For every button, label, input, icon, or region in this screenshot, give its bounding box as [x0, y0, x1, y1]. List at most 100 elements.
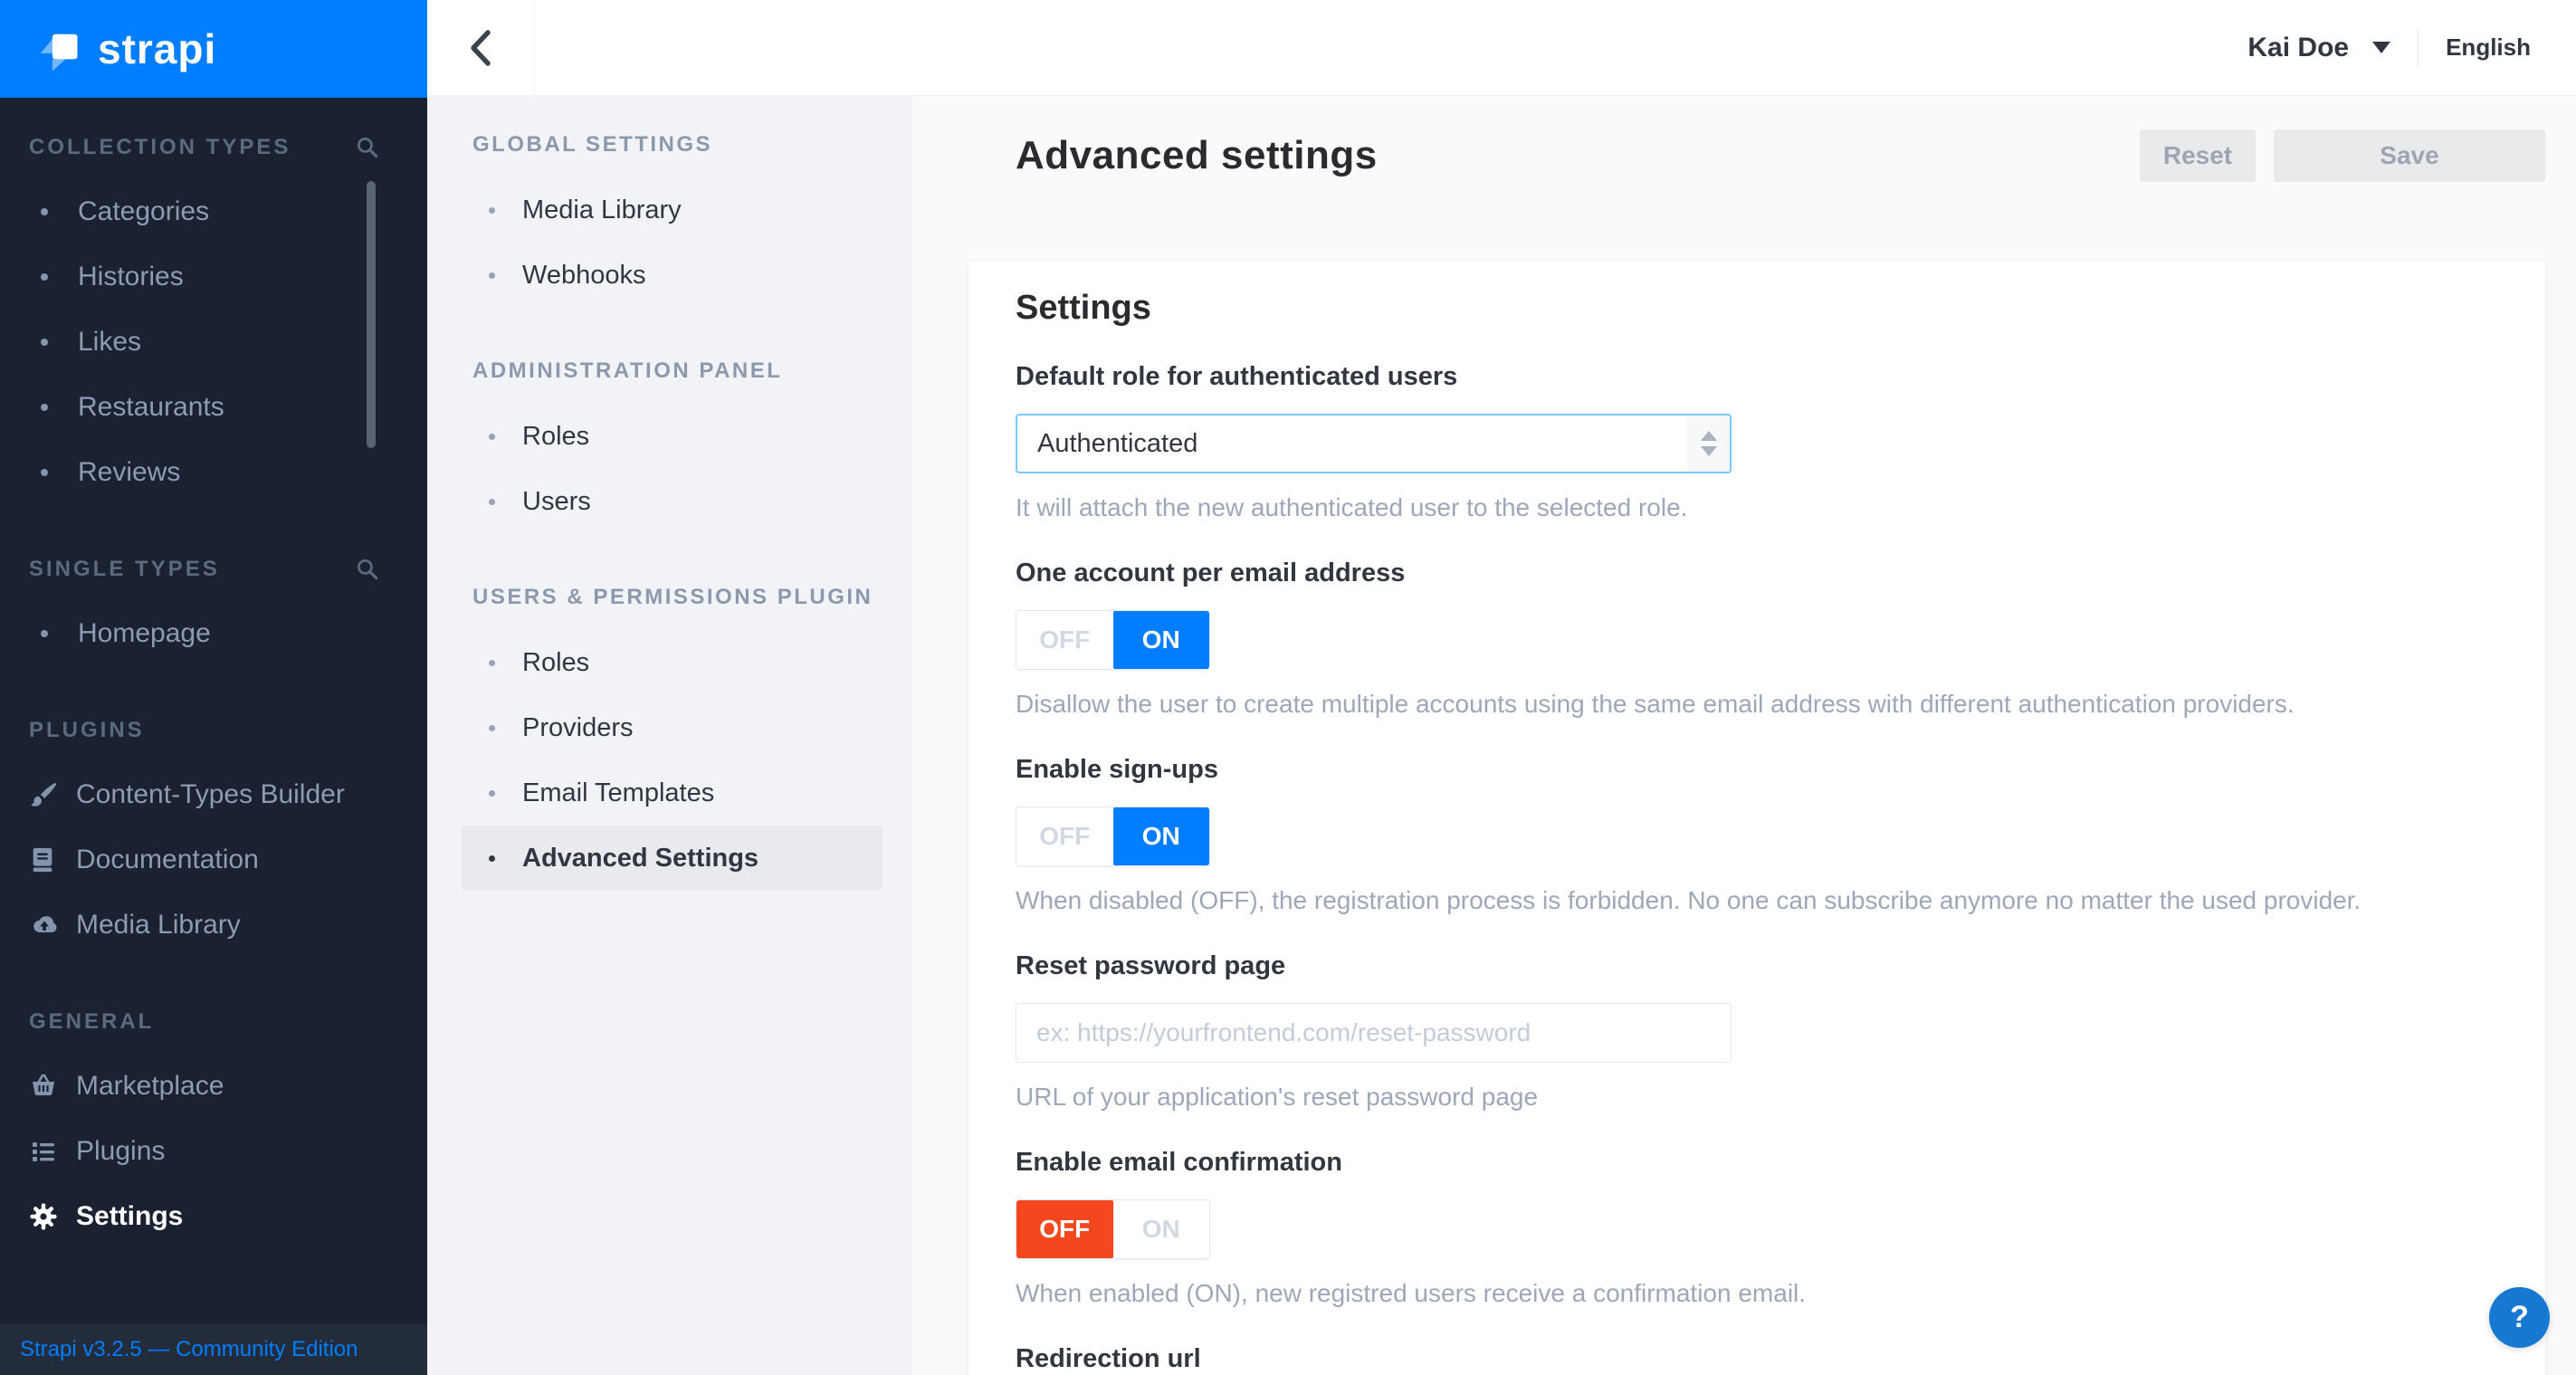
bullet-icon [489, 206, 495, 214]
field-enable-signups: Enable sign-ups OFF ON When disabled (OF… [1016, 755, 2498, 915]
right-column: Kai Doe English GLOBAL SETTINGS Media Li… [427, 0, 2576, 1375]
settings-nav-item-admin-roles[interactable]: Roles [462, 404, 883, 469]
bullet-icon [41, 273, 48, 281]
settings-section-title: GLOBAL SETTINGS [472, 132, 713, 157]
email-confirmation-toggle[interactable]: OFF ON [1016, 1199, 1210, 1259]
sidebar-item-media-library[interactable]: Media Library [29, 893, 427, 958]
sidebar-item-marketplace[interactable]: Marketplace [29, 1054, 427, 1119]
section-global-settings: GLOBAL SETTINGS Media Library Webhooks [462, 132, 883, 308]
chevron-down-icon [2372, 42, 2391, 53]
sidebar-item-content-types-builder[interactable]: Content-Types Builder [29, 762, 427, 827]
sidebar-item-homepage[interactable]: Homepage [29, 601, 427, 666]
field-label: Redirection url [1016, 1344, 1201, 1373]
settings-nav-item-admin-users[interactable]: Users [462, 469, 883, 534]
cloud-upload-icon [29, 910, 60, 941]
section-title: SINGLE TYPES [29, 557, 220, 581]
settings-nav-item-advanced-settings[interactable]: Advanced Settings [462, 826, 883, 891]
settings-card: Settings Default role for authenticated … [968, 262, 2545, 1375]
primary-nav: COLLECTION TYPES Categories Histories Li… [0, 98, 427, 1249]
reset-password-page-input[interactable] [1016, 1003, 1732, 1063]
select-value: Authenticated [1037, 428, 1198, 458]
sidebar-item-settings[interactable]: Settings [29, 1184, 427, 1249]
user-name: Kai Doe [2247, 32, 2350, 62]
bullet-icon [489, 272, 495, 279]
sidebar-footer: Strapi v3.2.5 — Community Edition [0, 1323, 427, 1375]
field-helper: URL of your application's reset password… [1016, 1083, 1539, 1111]
toggle-on-button[interactable]: ON [1112, 807, 1209, 865]
field-default-role: Default role for authenticated users Aut… [1016, 362, 2498, 522]
section-title: COLLECTION TYPES [29, 135, 291, 159]
chevron-left-icon [471, 29, 491, 66]
sidebar-item-label: Media Library [76, 910, 241, 940]
field-helper: When disabled (OFF), the registration pr… [1016, 886, 2361, 914]
sidebar-item-label: Categories [78, 196, 210, 226]
toggle-off-button[interactable]: OFF [1016, 807, 1113, 865]
help-button[interactable]: ? [2489, 1287, 2550, 1348]
bullet-icon [489, 855, 495, 862]
topbar: Kai Doe English [427, 0, 2576, 96]
toggle-off-button[interactable]: OFF [1016, 611, 1113, 669]
sidebar-item-plugins[interactable]: Plugins [29, 1119, 427, 1184]
save-button[interactable]: Save [2274, 129, 2545, 182]
main-content: Advanced settings Reset Save Settings De… [912, 96, 2576, 1375]
list-icon [29, 1136, 60, 1167]
settings-nav-item-webhooks[interactable]: Webhooks [462, 243, 883, 308]
version-link[interactable]: Strapi v3.2.5 — Community Edition [20, 1337, 358, 1362]
sidebar-item-reviews[interactable]: Reviews [29, 440, 427, 505]
default-role-select[interactable]: Authenticated [1016, 414, 1732, 473]
bullet-icon [41, 208, 48, 215]
sidebar-item-label: Homepage [78, 618, 211, 648]
sidebar-item-label: Reviews [78, 457, 181, 487]
paintbrush-icon [29, 779, 60, 810]
settings-nav-item-email-templates[interactable]: Email Templates [462, 760, 883, 826]
settings-section-title: ADMINISTRATION PANEL [472, 358, 783, 383]
one-account-toggle[interactable]: OFF ON [1016, 610, 1210, 670]
sidebar-item-label: Restaurants [78, 392, 224, 422]
sidebar-item-label: Histories [78, 262, 184, 291]
field-label: Reset password page [1016, 951, 1286, 980]
field-helper: It will attach the new authenticated use… [1016, 493, 1688, 521]
field-label: Enable email confirmation [1016, 1148, 1342, 1177]
field-label: One account per email address [1016, 559, 1406, 587]
topbar-divider [2418, 27, 2419, 68]
strapi-logo[interactable]: strapi [0, 0, 427, 98]
sidebar-item-label: Content-Types Builder [76, 779, 345, 809]
enable-signups-toggle[interactable]: OFF ON [1016, 807, 1210, 866]
settings-nav-item-media-library[interactable]: Media Library [462, 177, 883, 243]
bullet-icon [41, 404, 48, 411]
basket-icon [29, 1071, 60, 1102]
sidebar-item-label: Likes [78, 327, 142, 357]
section-administration-panel: ADMINISTRATION PANEL Roles Users [462, 358, 883, 534]
section-plugins: PLUGINS Content-Types Builder Documentat… [29, 717, 427, 958]
toggle-on-button[interactable]: ON [1112, 1200, 1209, 1258]
settings-nav-label: Webhooks [522, 260, 646, 290]
bullet-icon [41, 630, 48, 637]
settings-nav-item-providers[interactable]: Providers [462, 695, 883, 760]
bullet-icon [41, 469, 48, 476]
user-menu[interactable]: Kai Doe English [2247, 0, 2576, 95]
toggle-off-button[interactable]: OFF [1016, 1200, 1113, 1258]
reset-button[interactable]: Reset [2140, 129, 2256, 182]
toggle-on-button[interactable]: ON [1112, 611, 1209, 669]
search-icon[interactable] [355, 557, 380, 582]
sidebar-item-documentation[interactable]: Documentation [29, 827, 427, 893]
settings-nav-item-up-roles[interactable]: Roles [462, 630, 883, 695]
bullet-icon [489, 498, 495, 505]
sidebar-item-label: Plugins [76, 1136, 166, 1166]
field-redirection-url: Redirection url [1016, 1344, 2498, 1374]
search-icon[interactable] [355, 135, 380, 160]
field-helper: When enabled (ON), new registred users r… [1016, 1279, 1807, 1307]
settings-nav-label: Providers [522, 712, 634, 742]
select-spinner-icon[interactable] [1687, 415, 1730, 472]
settings-nav: GLOBAL SETTINGS Media Library Webhooks A… [427, 96, 912, 1375]
sidebar-scrollbar-thumb[interactable] [367, 181, 376, 448]
strapi-logo-icon [40, 33, 78, 72]
back-button[interactable] [427, 0, 535, 95]
page-title: Advanced settings [1016, 133, 1378, 177]
bullet-icon [41, 339, 48, 346]
page-header: Advanced settings Reset Save [912, 96, 2576, 182]
card-heading: Settings [1016, 289, 1151, 327]
language-selector[interactable]: English [2446, 33, 2531, 62]
field-enable-email-confirmation: Enable email confirmation OFF ON When en… [1016, 1148, 2498, 1308]
bullet-icon [489, 433, 495, 440]
